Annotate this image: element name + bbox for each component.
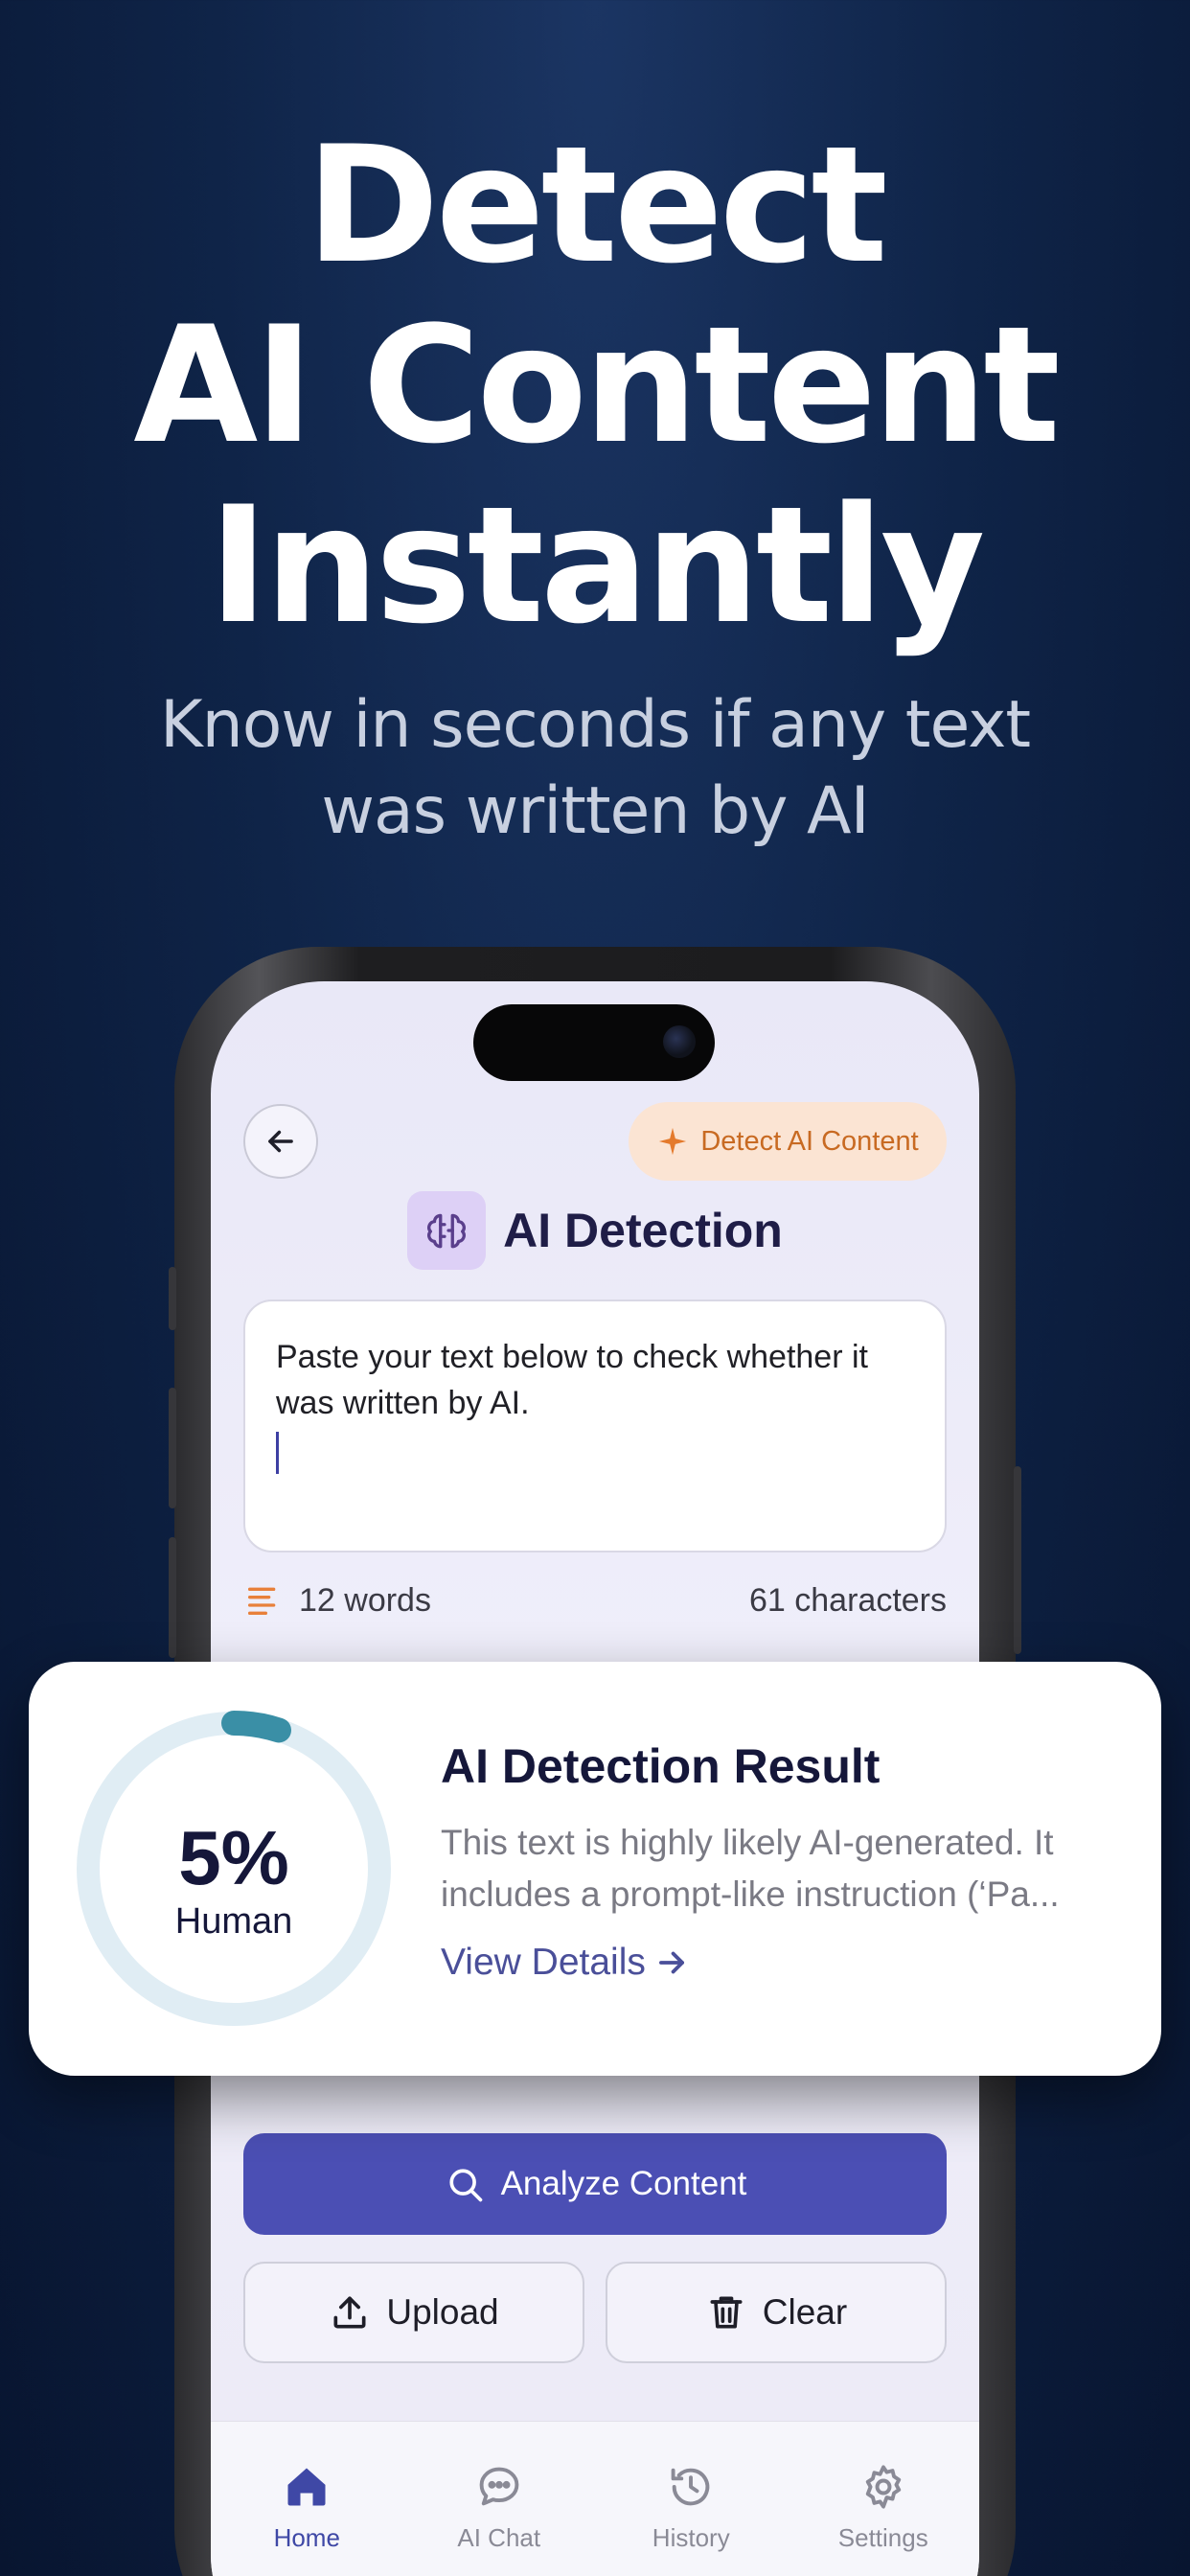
gear-icon (865, 2465, 901, 2509)
hero-title-line: Instantly (208, 472, 986, 659)
dynamic-island (473, 1004, 715, 1081)
chat-icon (479, 2467, 519, 2506)
detect-ai-badge-label: Detect AI Content (700, 1125, 919, 1157)
detect-ai-badge[interactable]: Detect AI Content (629, 1102, 947, 1181)
tab-home-label: Home (273, 2523, 340, 2552)
hero-subtitle-line: Know in seconds if any text (160, 687, 1031, 763)
phone-volume-down-button (169, 1537, 176, 1658)
front-camera (663, 1025, 696, 1058)
character-count-label: 61 characters (749, 1581, 947, 1619)
arrow-left-icon (268, 1130, 293, 1153)
human-score-percent: 5% (178, 1815, 289, 1900)
arrow-right-icon (658, 1951, 684, 1974)
bottom-tab-bar: Home AI Chat History Settings (211, 2421, 979, 2576)
history-icon (671, 2468, 710, 2506)
back-button[interactable] (243, 1104, 318, 1179)
result-title: AI Detection Result (441, 1739, 881, 1793)
result-description-line: This text is highly likely AI-generated.… (441, 1823, 1054, 1862)
tab-history[interactable]: History (605, 2462, 777, 2576)
tab-settings-label: Settings (837, 2523, 928, 2552)
tab-home[interactable]: Home (220, 2462, 393, 2576)
sparkle-icon (659, 1127, 687, 1156)
phone-volume-up-button (169, 1388, 176, 1508)
human-score-caption: Human (174, 1901, 293, 1942)
view-details-label: View Details (441, 1942, 646, 1983)
clear-label: Clear (762, 2292, 848, 2332)
hero-title-line: AI Content (133, 291, 1061, 479)
brain-icon-tile (407, 1191, 487, 1270)
tab-ai-chat[interactable]: AI Chat (413, 2462, 585, 2576)
gauge-fill-arc (221, 1711, 291, 1743)
hero-subtitle-line: was written by AI (321, 773, 869, 849)
ai-detection-result-card: 5% Human AI Detection Result This text i… (29, 1662, 1161, 2076)
hero-title: Detect AI Content Instantly (0, 115, 1190, 656)
analyze-content-label: Analyze Content (500, 2165, 747, 2202)
clear-button[interactable]: Clear (606, 2262, 947, 2363)
upload-icon (333, 2296, 366, 2329)
view-details-link[interactable]: View Details (441, 1942, 690, 1984)
word-count-label: 12 words (299, 1581, 431, 1619)
analyze-content-button[interactable]: Analyze Content (243, 2133, 947, 2235)
search-icon (448, 2169, 482, 2202)
tab-settings[interactable]: Settings (797, 2462, 970, 2576)
text-input-content: Paste your text below to check whether i… (276, 1339, 868, 1421)
brain-icon (427, 1213, 467, 1249)
tab-history-label: History (652, 2523, 730, 2552)
phone-side-button (169, 1267, 176, 1330)
home-icon (287, 2468, 326, 2506)
tab-ai-chat-label: AI Chat (457, 2523, 541, 2552)
phone-power-button (1014, 1466, 1021, 1654)
hero-subtitle: Know in seconds if any text was written … (0, 682, 1190, 855)
result-description: This text is highly likely AI-generated.… (441, 1817, 1131, 1920)
trash-icon (710, 2296, 743, 2329)
word-count: 12 words (243, 1577, 431, 1623)
hero-title-line: Detect (306, 111, 888, 299)
text-input-area[interactable]: Paste your text below to check whether i… (243, 1300, 947, 1552)
text-lines-icon (248, 1587, 276, 1615)
result-description-line: includes a prompt-like instruction (‘Pa.… (441, 1874, 1060, 1914)
page-title: AI Detection (503, 1204, 783, 1257)
upload-label: Upload (386, 2292, 499, 2332)
character-count: 61 characters (749, 1577, 947, 1623)
text-cursor (276, 1432, 279, 1474)
upload-button[interactable]: Upload (243, 2262, 584, 2363)
page-header: AI Detection (211, 1188, 979, 1273)
